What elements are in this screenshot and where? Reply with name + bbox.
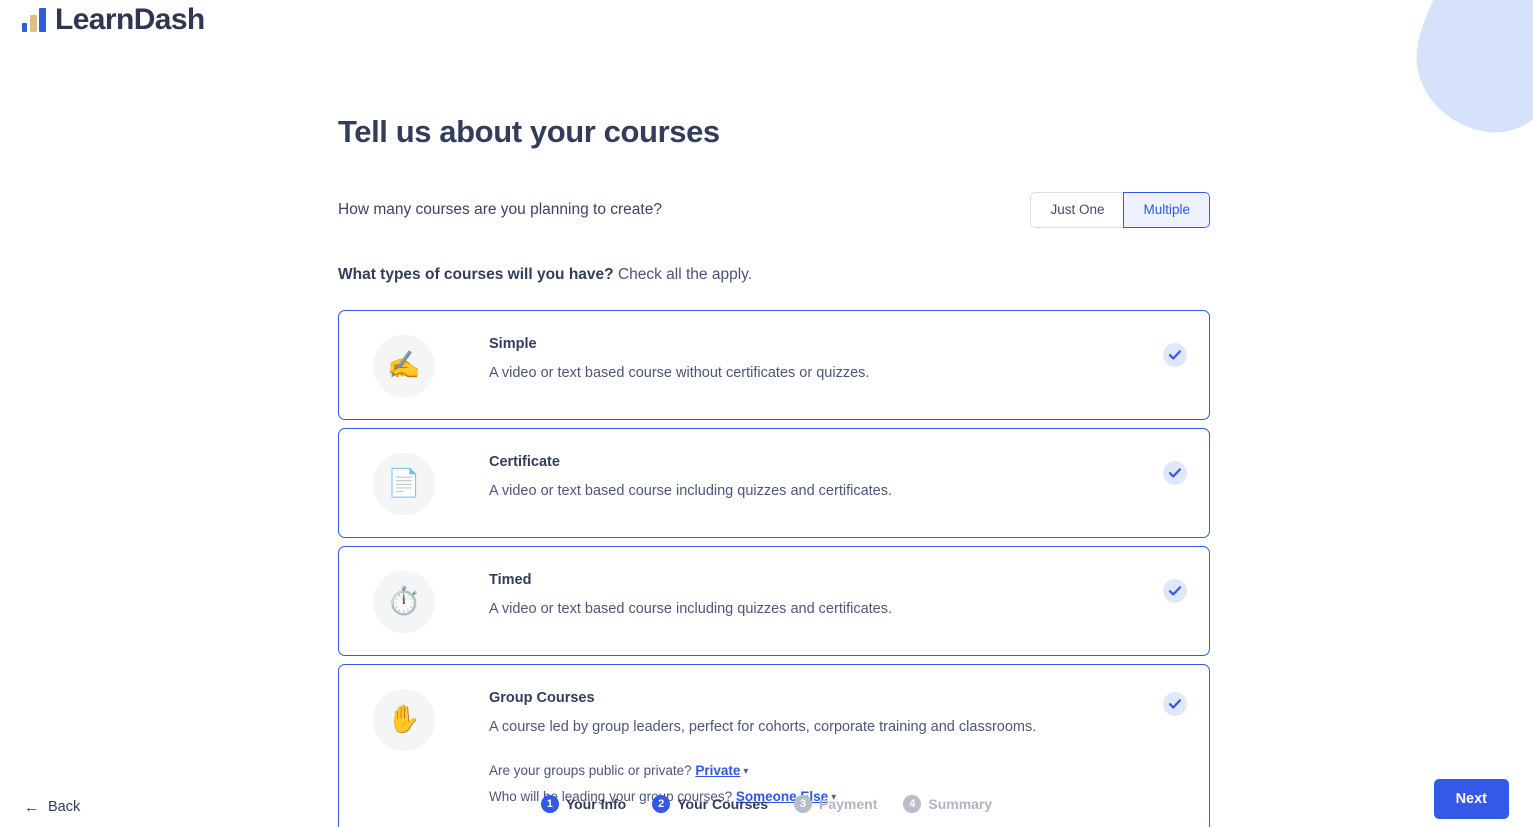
card-description: A video or text based course including q…: [489, 600, 893, 617]
step-number: 1: [540, 795, 559, 813]
step-your-info[interactable]: 1 Your Info: [540, 795, 627, 813]
group-privacy-prompt: Are your groups public or private?: [489, 762, 692, 778]
wizard-stepper: 1 Your Info 2 Your Courses 3 Payment 4 S…: [0, 795, 1533, 813]
group-privacy-dropdown[interactable]: Private: [695, 763, 740, 778]
bar-chart-logo-icon: [22, 8, 46, 35]
brand-logo[interactable]: LearnDash: [22, 5, 205, 35]
course-types-question-hint: Check all the apply.: [617, 265, 753, 283]
step-label: Summary: [928, 796, 993, 812]
document-page-icon: 📄: [373, 452, 435, 515]
writing-hand-icon: ✍️: [373, 334, 435, 397]
group-privacy-row: Are your groups public or private? Priva…: [489, 758, 1145, 784]
card-body: Simple A video or text based course with…: [435, 333, 1185, 384]
course-type-card-certificate[interactable]: 📄 Certificate A video or text based cour…: [338, 427, 1210, 538]
step-label: Your Courses: [677, 796, 768, 812]
card-body: Timed A video or text based course inclu…: [435, 569, 1185, 620]
course-count-question: How many courses are you planning to cre…: [338, 200, 662, 218]
toggle-just-one[interactable]: Just One: [1030, 192, 1125, 228]
step-payment[interactable]: 3 Payment: [794, 795, 877, 813]
decorative-blob: [1402, 0, 1533, 146]
course-types-question: What types of courses will you have? Che…: [338, 266, 1210, 284]
card-title: Timed: [489, 571, 532, 588]
card-description: A video or text based course including q…: [489, 482, 893, 499]
step-your-courses[interactable]: 2 Your Courses: [652, 795, 768, 813]
step-number: 4: [903, 795, 922, 813]
card-body: Certificate A video or text based course…: [435, 451, 1185, 502]
check-icon[interactable]: [1163, 578, 1187, 603]
card-description: A course led by group leaders, perfect f…: [489, 718, 1037, 735]
toggle-multiple[interactable]: Multiple: [1123, 192, 1210, 228]
course-type-card-simple[interactable]: ✍️ Simple A video or text based course w…: [338, 309, 1210, 420]
stopwatch-icon: ⏱️: [373, 570, 435, 633]
check-icon[interactable]: [1163, 342, 1187, 367]
main-content: Tell us about your courses How many cour…: [338, 0, 1210, 827]
card-description: A video or text based course without cer…: [489, 364, 870, 381]
course-count-toggle[interactable]: Just One Multiple: [1030, 192, 1210, 228]
card-title: Group Courses: [489, 689, 595, 706]
step-summary[interactable]: 4 Summary: [903, 795, 992, 813]
course-type-card-list: ✍️ Simple A video or text based course w…: [338, 309, 1210, 827]
card-title: Simple: [489, 335, 537, 352]
check-icon[interactable]: [1163, 691, 1187, 716]
page-title: Tell us about your courses: [338, 114, 720, 149]
course-types-question-bold: What types of courses will you have?: [338, 265, 614, 283]
step-number: 3: [794, 795, 812, 813]
check-icon[interactable]: [1163, 460, 1187, 485]
course-type-card-timed[interactable]: ⏱️ Timed A video or text based course in…: [338, 545, 1210, 656]
brand-name: LearnDash: [55, 3, 205, 36]
chevron-down-icon[interactable]: ▾: [743, 762, 748, 781]
course-count-section: How many courses are you planning to cre…: [338, 192, 1210, 228]
raised-hand-icon: ✋: [373, 688, 435, 751]
next-button[interactable]: Next: [1433, 779, 1509, 819]
step-number: 2: [652, 795, 671, 813]
step-label: Payment: [819, 796, 878, 812]
step-label: Your Info: [565, 796, 627, 812]
card-body: Group Courses A course led by group lead…: [435, 687, 1185, 810]
card-title: Certificate: [489, 453, 560, 470]
